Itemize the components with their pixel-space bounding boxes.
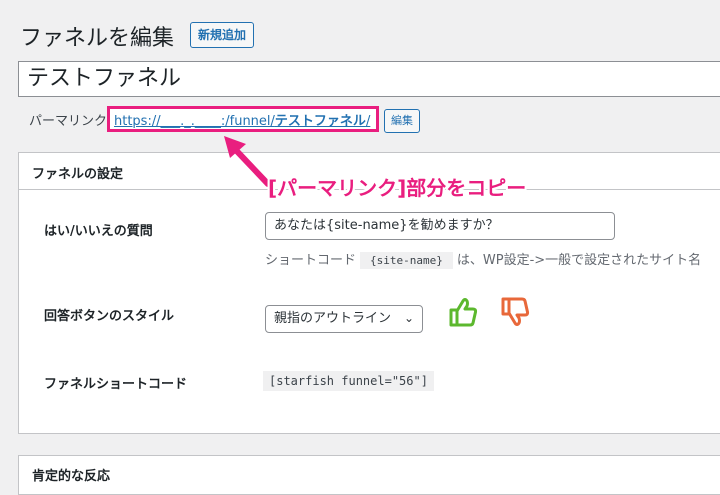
permalink-label: パーマリンク: (29, 114, 112, 129)
panel-title: ファネルの設定 (32, 167, 124, 182)
permalink-slug: テストファネル (274, 114, 366, 129)
shortcode-label: ファネルショートコード (44, 377, 188, 392)
positive-response-panel (18, 455, 720, 495)
desc-prefix: ショートコード (265, 253, 357, 268)
shortcode-description: ショートコード {site-name} は、WP設定->一般で設定されたサイト名 (265, 249, 701, 269)
question-label: はい/いいえの質問 (44, 224, 153, 239)
thumbs-down-outline-icon (501, 297, 530, 326)
title-input[interactable]: テストファネル (18, 61, 720, 97)
chevron-down-icon: ⌄ (404, 311, 415, 325)
permalink-suffix: / (365, 114, 371, 129)
add-new-button[interactable]: 新規追加 (190, 22, 255, 48)
permalink-link[interactable]: https://___._.____:/funnel/テストファネル/ (114, 110, 370, 129)
desc-code: {site-name} (360, 252, 453, 269)
permalink-prefix: https://___._.____:/funnel/ (114, 114, 275, 129)
button-style-label: 回答ボタンのスタイル (44, 309, 175, 324)
question-input[interactable]: あなたは{site-name}を勧めますか？ (265, 212, 615, 240)
positive-response-title: 肯定的な反応 (32, 469, 111, 484)
desc-suffix: は、WP設定->一般で設定されたサイト名 (456, 253, 702, 268)
callout-text: [パーマリンク]部分をコピー (268, 176, 527, 200)
page-title: ファネルを編集 (20, 26, 175, 51)
button-style-select[interactable]: 親指のアウトライン (265, 305, 423, 333)
edit-permalink-button[interactable]: 編集 (384, 109, 420, 133)
funnel-shortcode: [starfish funnel="56"] (263, 371, 434, 391)
thumbs-up-outline-icon (449, 298, 478, 327)
